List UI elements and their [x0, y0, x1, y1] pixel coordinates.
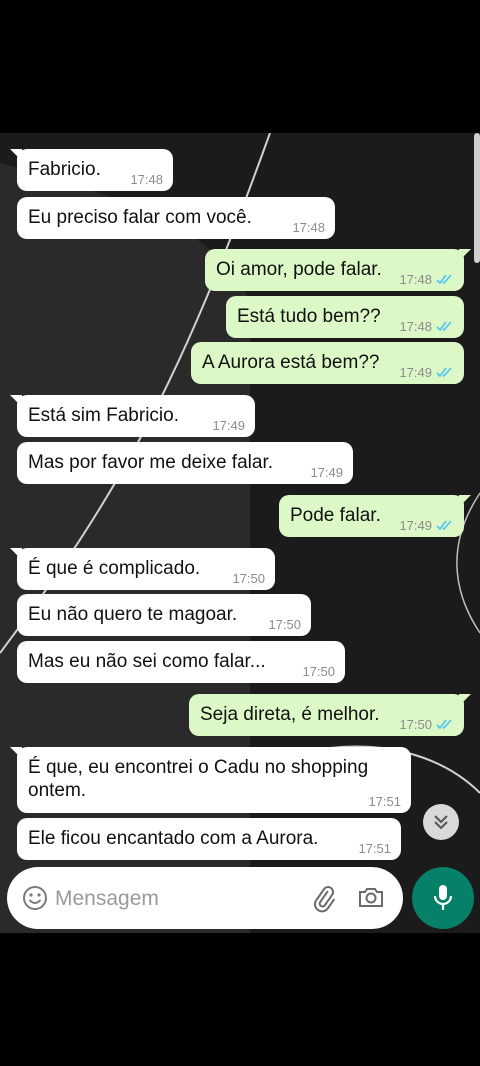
message-input[interactable]: Mensagem: [55, 887, 159, 911]
message-bubble-incoming[interactable]: Eu preciso falar com você. 17:48: [17, 197, 335, 239]
message-time: 17:49: [212, 418, 245, 433]
message-time: 17:50: [232, 571, 265, 586]
message-text: É que, eu encontrei o Cadu no shopping o…: [28, 757, 369, 801]
message-time: 17:50: [268, 617, 301, 632]
message-time: 17:49: [399, 365, 432, 380]
message-text: A Aurora está bem??: [202, 352, 380, 373]
message-time: 17:48: [130, 172, 163, 187]
message-bubble-incoming[interactable]: Está sim Fabricio. 17:49: [10, 395, 255, 437]
message-text: Está sim Fabricio.: [28, 405, 179, 426]
read-ticks-icon: [436, 367, 452, 378]
chat-area[interactable]: Fabricio. 17:48 Eu preciso falar com voc…: [0, 133, 480, 933]
message-bubble-incoming[interactable]: Eu não quero te magoar. 17:50: [17, 594, 311, 636]
message-text: Pode falar.: [290, 505, 381, 526]
chevron-double-down-icon: [434, 815, 448, 830]
message-text: Está tudo bem??: [237, 306, 381, 327]
read-ticks-icon: [436, 321, 452, 332]
message-time: 17:49: [310, 465, 343, 480]
message-time: 17:51: [358, 841, 391, 856]
message-bubble-incoming[interactable]: Mas por favor me deixe falar. 17:49: [17, 442, 353, 484]
message-text: Oi amor, pode falar.: [216, 259, 382, 280]
message-time: 17:50: [302, 664, 335, 679]
mic-icon: [433, 885, 453, 910]
message-text: Eu preciso falar com você.: [28, 207, 252, 228]
message-time: 17:51: [368, 794, 401, 809]
camera-icon[interactable]: [357, 883, 385, 911]
message-time: 17:49: [399, 518, 432, 533]
message-bubble-incoming[interactable]: É que é complicado. 17:50: [10, 548, 275, 590]
message-text: É que é complicado.: [28, 558, 201, 579]
attach-icon[interactable]: [309, 883, 337, 913]
read-ticks-icon: [436, 719, 452, 730]
message-bubble-outgoing[interactable]: Seja direta, é melhor. 17:50: [189, 694, 471, 736]
message-time: 17:50: [399, 717, 432, 732]
message-composer[interactable]: Mensagem: [7, 867, 403, 929]
message-text: Mas por favor me deixe falar.: [28, 452, 273, 473]
message-text: Fabricio.: [28, 159, 101, 180]
voice-record-button[interactable]: [412, 867, 474, 929]
message-bubble-outgoing[interactable]: Pode falar. 17:49: [279, 495, 471, 537]
message-text: Eu não quero te magoar.: [28, 604, 238, 625]
emoji-icon[interactable]: [21, 884, 49, 912]
message-bubble-incoming[interactable]: Fabricio. 17:48: [10, 149, 173, 191]
message-text: Mas eu não sei como falar...: [28, 651, 266, 672]
scrollbar-thumb[interactable]: [474, 133, 480, 263]
message-time: 17:48: [292, 220, 325, 235]
scroll-to-bottom-button[interactable]: [423, 804, 459, 840]
message-time: 17:48: [399, 272, 432, 287]
message-bubble-outgoing[interactable]: A Aurora está bem?? 17:49: [191, 342, 464, 384]
read-ticks-icon: [436, 274, 452, 285]
message-bubble-incoming[interactable]: É que, eu encontrei o Cadu no shopping o…: [10, 747, 411, 813]
message-text: Seja direta, é melhor.: [200, 704, 380, 725]
message-bubble-outgoing[interactable]: Oi amor, pode falar. 17:48: [205, 249, 471, 291]
read-ticks-icon: [436, 520, 452, 531]
message-bubble-incoming[interactable]: Mas eu não sei como falar... 17:50: [17, 641, 345, 683]
message-time: 17:48: [399, 319, 432, 334]
message-bubble-incoming[interactable]: Ele ficou encantado com a Aurora. 17:51: [17, 818, 401, 860]
message-text: Ele ficou encantado com a Aurora.: [28, 828, 319, 849]
message-bubble-outgoing[interactable]: Está tudo bem?? 17:48: [226, 296, 464, 338]
